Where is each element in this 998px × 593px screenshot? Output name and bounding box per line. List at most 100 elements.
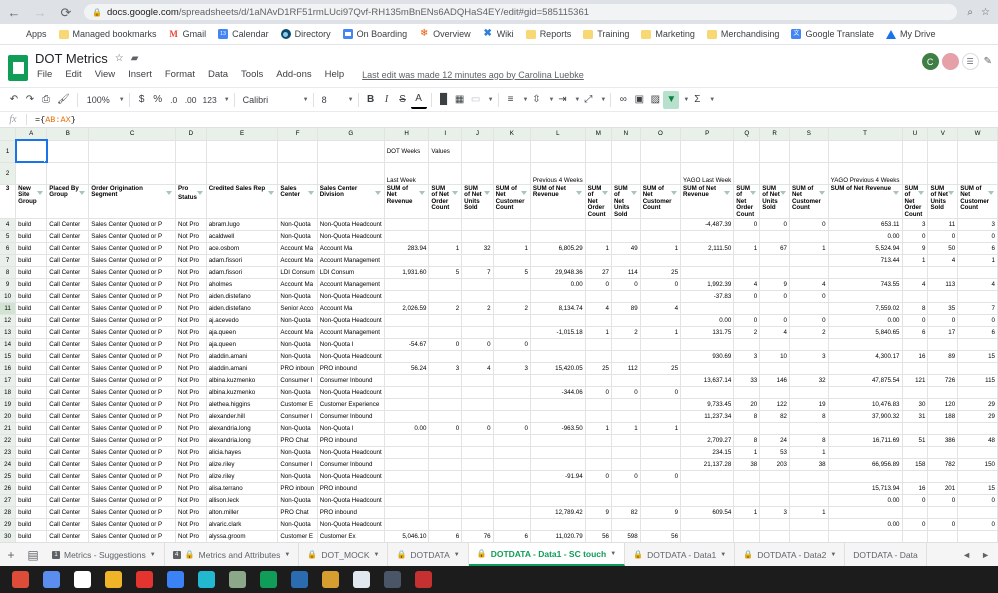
fill-color-button[interactable]: █: [436, 91, 452, 109]
table-row[interactable]: 29 build Call Center Sales Center Quoted or…: [0, 518, 998, 531]
row-header-8[interactable]: 8: [0, 266, 17, 279]
cell-B14[interactable]: Call Center: [46, 338, 90, 351]
cell-H9[interactable]: [384, 278, 430, 291]
cell-C15[interactable]: Sales Center Quoted or P: [88, 350, 176, 363]
menu-tools[interactable]: Tools: [239, 68, 265, 81]
cell-V23[interactable]: [927, 446, 959, 459]
column-title-B[interactable]: Placed By Group: [46, 183, 90, 219]
cell-Q15[interactable]: 3: [733, 350, 761, 363]
cell-L10[interactable]: [530, 290, 586, 303]
cell-P17[interactable]: 13,637.14: [680, 374, 735, 387]
cell-R28[interactable]: 3: [759, 506, 790, 519]
cell-L25[interactable]: -91.94: [530, 470, 586, 483]
cell-H17[interactable]: [384, 374, 430, 387]
cell-P27[interactable]: [680, 494, 735, 507]
cell-Q27[interactable]: [733, 494, 761, 507]
cell-R9[interactable]: 9: [759, 278, 790, 291]
cell-N6[interactable]: 49: [611, 242, 641, 255]
cell-F11[interactable]: Senior Acco: [277, 302, 318, 315]
app-icon-e[interactable]: [322, 571, 339, 588]
cell-U1[interactable]: [902, 140, 929, 163]
cell-O7[interactable]: [640, 254, 682, 267]
chevron-down-icon[interactable]: ▼: [284, 552, 290, 558]
cell-L19[interactable]: [530, 398, 586, 411]
cell-O13[interactable]: 1: [640, 326, 682, 339]
cell-K10[interactable]: [493, 290, 531, 303]
cell-V6[interactable]: 50: [927, 242, 959, 255]
column-header-M[interactable]: M: [585, 128, 612, 141]
menu-data[interactable]: Data: [206, 68, 230, 81]
cell-C22[interactable]: Sales Center Quoted or P: [88, 434, 176, 447]
cell-S8[interactable]: [789, 266, 829, 279]
menu-addons[interactable]: Add-ons: [274, 68, 313, 81]
cell-F24[interactable]: Consumer I: [277, 458, 318, 471]
cell-N12[interactable]: [611, 314, 641, 327]
cell-B20[interactable]: Call Center: [46, 410, 90, 423]
undo-button[interactable]: ↶: [6, 91, 22, 109]
cell-M9[interactable]: 0: [585, 278, 612, 291]
cell-T8[interactable]: [828, 266, 903, 279]
cell-A5[interactable]: build: [15, 230, 48, 243]
italic-button[interactable]: I: [379, 91, 395, 109]
column-title-V[interactable]: SUM of Net Units Sold: [927, 183, 959, 219]
forward-icon[interactable]: →: [32, 4, 48, 20]
cell-K25[interactable]: [493, 470, 531, 483]
edit-mode-icon[interactable]: ✎: [984, 56, 992, 67]
cell-Q22[interactable]: 8: [733, 434, 761, 447]
chevron-down-icon[interactable]: ▼: [488, 97, 494, 103]
cell-M7[interactable]: [585, 254, 612, 267]
cell-E6[interactable]: ace.osborn: [206, 242, 279, 255]
cell-G10[interactable]: Non-Quota Headcount: [317, 290, 385, 303]
cell-V8[interactable]: [927, 266, 959, 279]
cell-R20[interactable]: 82: [759, 410, 790, 423]
cell-M21[interactable]: 1: [585, 422, 612, 435]
cell-T5[interactable]: 0.00: [828, 230, 903, 243]
cell-A24[interactable]: build: [15, 458, 48, 471]
cell-J26[interactable]: [461, 482, 494, 495]
cell-O23[interactable]: [640, 446, 682, 459]
cell-S14[interactable]: [789, 338, 829, 351]
cell-S7[interactable]: [789, 254, 829, 267]
page-title[interactable]: DOT Metrics: [35, 51, 108, 66]
cell-V28[interactable]: [927, 506, 959, 519]
cell-G25[interactable]: Non-Quota Headcount: [317, 470, 385, 483]
cell-J25[interactable]: [461, 470, 494, 483]
cell-K4[interactable]: [493, 218, 531, 231]
cell-D12[interactable]: Not Pro: [175, 314, 207, 327]
cell-U20[interactable]: 31: [902, 410, 929, 423]
cell-A2[interactable]: [15, 162, 48, 185]
avatar-collaborator[interactable]: [941, 53, 959, 70]
cell-M12[interactable]: [585, 314, 612, 327]
cell-K8[interactable]: 5: [493, 266, 531, 279]
column-header-W[interactable]: W: [957, 128, 998, 141]
cell-S28[interactable]: 1: [789, 506, 829, 519]
chevron-down-icon[interactable]: ▼: [373, 552, 379, 558]
chevron-down-icon[interactable]: ▼: [224, 97, 230, 103]
cell-N17[interactable]: [611, 374, 641, 387]
cell-H19[interactable]: [384, 398, 430, 411]
table-row[interactable]: 21 build Call Center Sales Center Quoted or…: [0, 422, 998, 435]
row-header-21[interactable]: 21: [0, 422, 17, 435]
filter-dropdown-icon[interactable]: [671, 190, 678, 195]
cell-U14[interactable]: [902, 338, 929, 351]
cell-J4[interactable]: [461, 218, 494, 231]
column-title-I[interactable]: SUM of Net Order Count: [428, 183, 463, 219]
filter-dropdown-icon[interactable]: [750, 190, 757, 195]
cell-K15[interactable]: [493, 350, 531, 363]
cell-K23[interactable]: [493, 446, 531, 459]
cell-A29[interactable]: build: [15, 518, 48, 531]
cell-B7[interactable]: Call Center: [46, 254, 90, 267]
cell-T27[interactable]: 0.00: [828, 494, 903, 507]
cell-A27[interactable]: build: [15, 494, 48, 507]
column-title-D[interactable]: Pro Status: [175, 183, 207, 219]
cell-H7[interactable]: [384, 254, 430, 267]
cell-W1[interactable]: [957, 140, 998, 163]
row-header-28[interactable]: 28: [0, 506, 17, 519]
cell-C16[interactable]: Sales Center Quoted or P: [88, 362, 176, 375]
cell-R11[interactable]: [759, 302, 790, 315]
cell-A23[interactable]: build: [15, 446, 48, 459]
cell-T20[interactable]: 37,900.32: [828, 410, 903, 423]
table-row[interactable]: 24 build Call Center Sales Center Quoted or…: [0, 458, 998, 471]
cell-H25[interactable]: [384, 470, 430, 483]
cell-E13[interactable]: aja.queen: [206, 326, 279, 339]
